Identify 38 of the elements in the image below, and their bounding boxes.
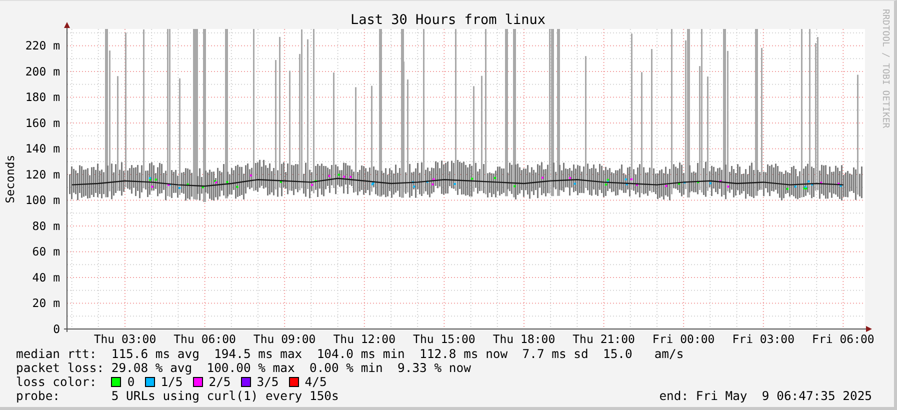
legend-text: 0 <box>127 375 135 389</box>
y-tick-label: 120 m <box>25 168 60 182</box>
y-tick-label: 20 m <box>32 296 60 310</box>
y-tick-label: 200 m <box>25 64 60 78</box>
x-tick-label: Fri 06:00 <box>812 332 874 346</box>
legend-text: 1/5 <box>160 375 183 389</box>
legend-label: probe: <box>16 389 62 403</box>
legend-label: median rtt: <box>16 347 98 361</box>
legend-text: 29.08 % avg 100.00 % max 0.00 % min 9.33 % now <box>111 361 471 375</box>
y-tick-label: 140 m <box>25 142 60 156</box>
x-tick-label: Thu 21:00 <box>572 332 635 346</box>
x-tick-label: Fri 00:00 <box>652 332 715 346</box>
end-time: end: Fri May 9 06:47:35 2025 <box>659 389 872 403</box>
x-tick-label: Thu 09:00 <box>253 332 316 346</box>
legend-text: 3/5 <box>256 375 279 389</box>
y-tick-label: 100 m <box>25 193 60 208</box>
x-tick-label: Thu 15:00 <box>413 332 476 346</box>
x-tick-label: Thu 18:00 <box>492 332 556 346</box>
x-tick-label: Thu 06:00 <box>174 332 236 346</box>
legend-text: 2/5 <box>208 375 231 389</box>
chart-title: Last 30 Hours from linux <box>350 12 546 28</box>
credit-text: RRDTOOL / TOBI OETIKER <box>880 9 890 128</box>
y-tick-label: 0 <box>53 322 60 336</box>
legend-text: 5 URLs using curl(1) every 150s <box>111 389 339 403</box>
y-tick-label: 220 m <box>25 38 60 53</box>
legend-text: 115.6 ms avg 194.5 ms max 104.0 ms min 112.8 ms now 7.7 ms sd 15.0 am/s <box>111 347 684 361</box>
y-axis-title: Seconds <box>3 154 17 204</box>
y-tick-label: 60 m <box>32 244 60 259</box>
y-tick-label: 40 m <box>32 270 60 284</box>
legend-label: loss color: <box>16 375 98 389</box>
x-tick-label: Thu 03:00 <box>94 332 156 346</box>
y-tick-label: 180 m <box>25 90 60 104</box>
x-tick-label: Thu 12:00 <box>333 332 396 346</box>
legend-label: packet loss: <box>16 361 106 375</box>
legend-text: 4/5 <box>304 375 327 389</box>
y-tick-label: 80 m <box>32 219 60 233</box>
x-tick-label: Fri 03:00 <box>732 332 795 346</box>
y-tick-label: 160 m <box>25 116 60 130</box>
